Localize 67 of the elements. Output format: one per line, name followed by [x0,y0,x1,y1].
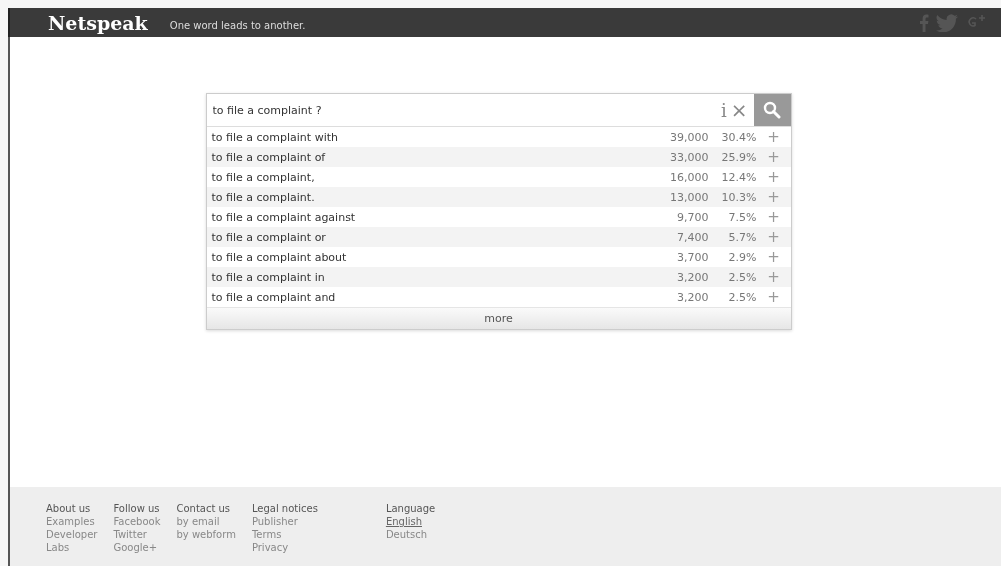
phrase-text: to file a complaint against [211,210,357,224]
result-row[interactable]: to file a complaint. 13,000 10.3% + [206,187,791,207]
frequency-count: 3,200 [676,290,709,304]
footer-heading: Language [385,502,436,515]
footer-heading: Legal notices [251,502,318,515]
footer-heading: Follow us [113,502,161,515]
expand-button[interactable]: + [756,188,791,206]
footer-heading: Contact us [176,502,232,515]
phrase-text: to file a complaint with [211,130,339,144]
percentage: 5.7% [727,230,757,244]
footer-link[interactable]: Deutsch [385,528,436,541]
phrase-text: to file a complaint or [211,230,327,244]
logo[interactable]: Netspeak [48,11,148,34]
phrase-text: to file a complaint of [211,150,327,164]
percentage: 2.5% [727,290,757,304]
footer-link[interactable]: Examples [46,515,98,528]
percentage: 12.4% [720,170,757,184]
footer-link[interactable]: by email [176,515,236,528]
result-row[interactable]: to file a complaint or 7,400 5.7% + [206,227,791,247]
phrase-text: to file a complaint about [211,250,348,264]
footer-link[interactable]: Publisher [251,515,318,528]
phrase-text: to file a complaint in [211,270,326,284]
frequency-count: 3,200 [676,270,709,284]
expand-button[interactable]: + [756,128,791,146]
percentage: 2.9% [727,250,757,264]
tagline: One word leads to another. [169,19,306,31]
expand-button[interactable]: + [756,208,791,226]
frequency-count: 13,000 [669,190,709,204]
frequency-count: 3,700 [676,250,709,264]
more-button[interactable]: more [206,307,791,329]
footer-link[interactable]: Facebook [113,515,161,528]
phrase-text: to file a complaint. [211,190,316,204]
expand-button[interactable]: + [756,248,791,266]
footer-link[interactable]: Twitter [113,528,161,541]
footer-link[interactable]: Terms [251,528,318,541]
result-row[interactable]: to file a complaint of 33,000 25.9% + [206,147,791,167]
footer-link[interactable]: Google+ [113,541,161,554]
search-icon [763,101,781,119]
frequency-count: 33,000 [669,150,709,164]
footer-heading: About us [46,502,92,515]
frequency-count: 39,000 [669,130,709,144]
percentage: 2.5% [727,270,757,284]
result-row[interactable]: to file a complaint in 3,200 2.5% + [206,267,791,287]
search-button[interactable] [753,94,791,126]
expand-button[interactable]: + [756,148,791,166]
expand-button[interactable]: + [756,228,791,246]
footer-link[interactable]: by webform [176,528,236,541]
footer-link[interactable]: Privacy [251,541,318,554]
facebook-icon[interactable] [919,13,929,32]
phrase-text: to file a complaint and [211,290,337,304]
percentage: 25.9% [720,150,757,164]
percentage: 7.5% [727,210,757,224]
phrase-text: to file a complaint, [211,170,316,184]
bird-icon[interactable] [935,13,959,32]
frequency-count: 16,000 [669,170,709,184]
footer-link[interactable]: English [385,515,436,528]
clear-button[interactable]: × [730,98,748,122]
expand-button[interactable]: + [756,268,791,286]
info-button[interactable]: i [720,99,727,121]
expand-button[interactable]: + [756,288,791,306]
percentage: 10.3% [720,190,757,204]
percentage: 30.4% [720,130,757,144]
frequency-count: 9,700 [676,210,709,224]
footer-link[interactable]: Developer [46,528,98,541]
frequency-count: 7,400 [676,230,709,244]
expand-button[interactable]: + [756,168,791,186]
footer-link[interactable]: Labs [46,541,98,554]
